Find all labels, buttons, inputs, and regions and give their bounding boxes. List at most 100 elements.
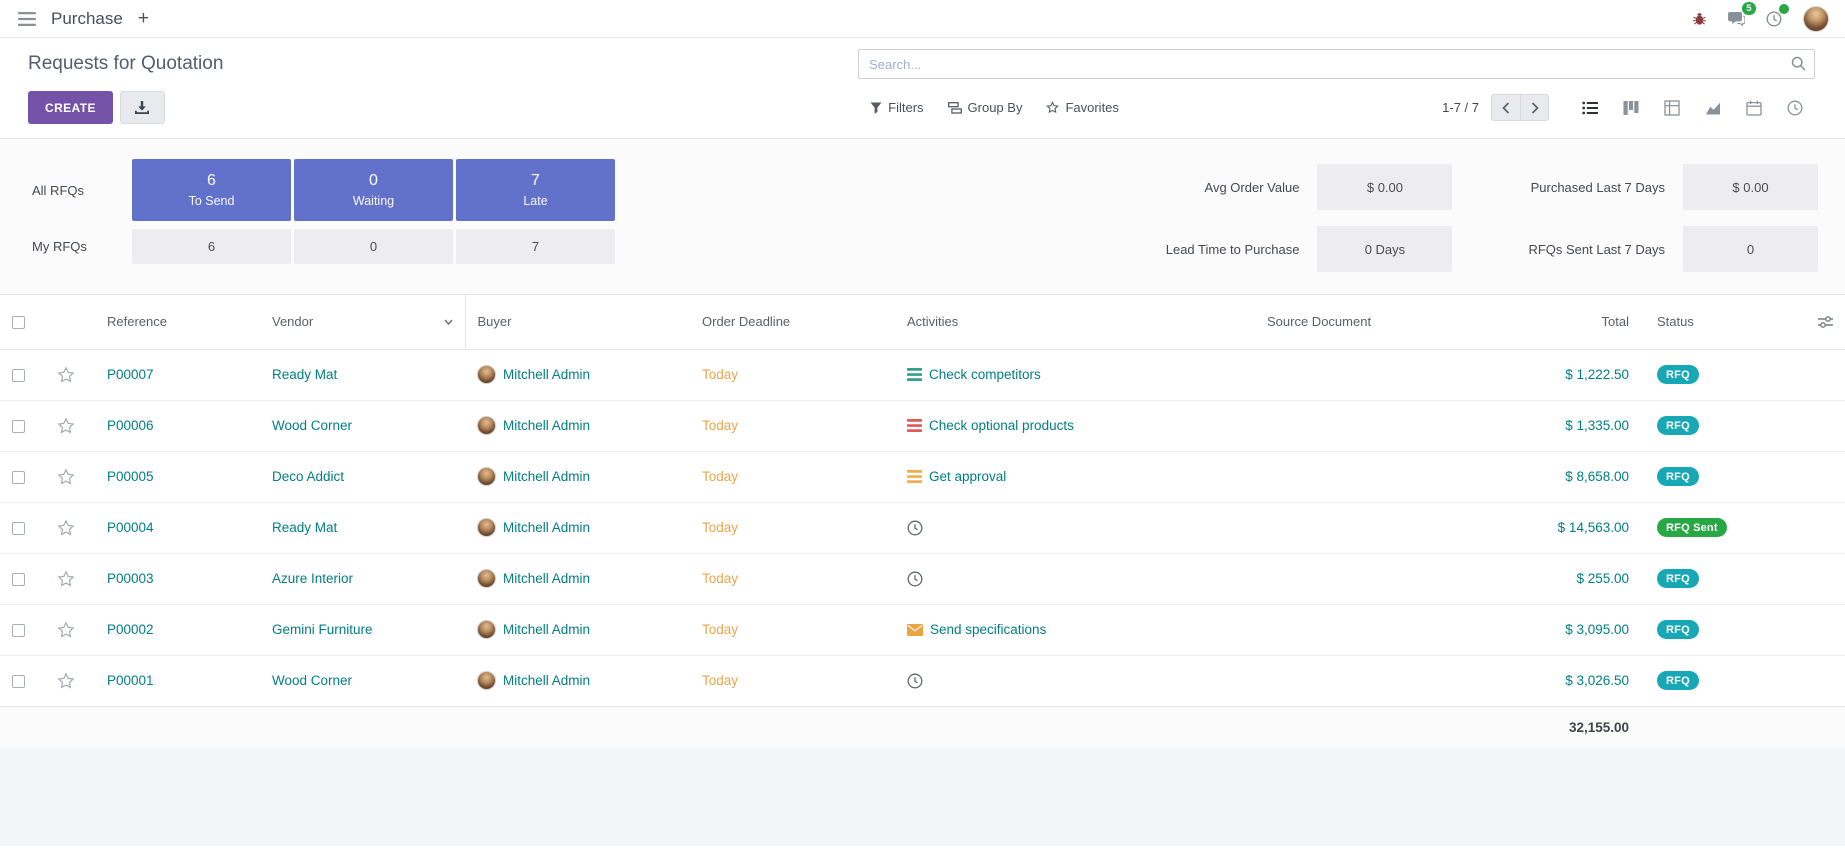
favorites-button[interactable]: Favorites — [1046, 100, 1118, 115]
row-checkbox[interactable] — [12, 420, 25, 433]
status-badge: RFQ Sent — [1657, 518, 1727, 537]
tasks-icon[interactable] — [907, 470, 922, 483]
table-row[interactable]: P00007 Ready Mat Mitchell Admin Today Ch… — [0, 349, 1845, 400]
apps-menu-button[interactable] — [14, 8, 40, 30]
reference-link[interactable]: P00002 — [107, 622, 154, 637]
row-checkbox[interactable] — [12, 369, 25, 382]
col-buyer[interactable]: Buyer — [465, 295, 690, 349]
reference-link[interactable]: P00001 — [107, 673, 154, 688]
tile-waiting[interactable]: 0 Waiting — [294, 159, 453, 221]
total-amount: $ 3,095.00 — [1565, 622, 1629, 637]
activity-link[interactable]: Get approval — [929, 469, 1006, 484]
tile-my-waiting[interactable]: 0 — [294, 229, 453, 264]
view-activity-button[interactable] — [1774, 94, 1815, 122]
prev-page-button[interactable] — [1491, 94, 1520, 121]
messages-button[interactable]: 5 — [1726, 9, 1747, 28]
activity-view-icon — [1787, 100, 1803, 116]
table-row[interactable]: P00006 Wood Corner Mitchell Admin Today … — [0, 400, 1845, 451]
clock-icon[interactable] — [907, 673, 923, 689]
calendar-view-icon — [1746, 100, 1762, 116]
activity-badge — [1779, 4, 1789, 14]
favorite-star-icon[interactable] — [57, 672, 75, 690]
tasks-icon[interactable] — [907, 368, 922, 381]
user-avatar — [1803, 6, 1829, 32]
view-list-button[interactable] — [1569, 94, 1610, 122]
view-pivot-button[interactable] — [1651, 94, 1692, 122]
buyer-name: Mitchell Admin — [503, 367, 590, 382]
row-checkbox[interactable] — [12, 624, 25, 637]
app-name[interactable]: Purchase — [51, 9, 123, 29]
favorite-star-icon[interactable] — [57, 570, 75, 588]
adjust-columns-button[interactable] — [1818, 315, 1833, 329]
table-row[interactable]: P00001 Wood Corner Mitchell Admin Today … — [0, 655, 1845, 706]
activity-link[interactable]: Check competitors — [929, 367, 1041, 382]
tile-my-late[interactable]: 7 — [456, 229, 615, 264]
order-deadline: Today — [702, 418, 738, 433]
favorite-star-icon[interactable] — [57, 621, 75, 639]
col-order-deadline[interactable]: Order Deadline — [690, 295, 895, 349]
order-deadline: Today — [702, 571, 738, 586]
message-count-badge: 5 — [1742, 2, 1756, 15]
activity-link[interactable]: Send specifications — [930, 622, 1046, 637]
select-all-checkbox[interactable] — [12, 316, 25, 329]
col-vendor[interactable]: Vendor — [260, 295, 465, 349]
export-button[interactable] — [120, 91, 165, 124]
col-activities[interactable]: Activities — [895, 295, 1255, 349]
activities-button[interactable] — [1764, 9, 1784, 29]
create-button[interactable]: CREATE — [28, 91, 113, 124]
table-row[interactable]: P00004 Ready Mat Mitchell Admin Today $ … — [0, 502, 1845, 553]
clock-icon[interactable] — [907, 571, 923, 587]
row-checkbox[interactable] — [12, 522, 25, 535]
next-page-button[interactable] — [1520, 94, 1549, 121]
col-total[interactable]: Total — [1485, 295, 1645, 349]
group-by-button[interactable]: Group By — [948, 100, 1023, 115]
stat-rfqs-sent-last-7-days: 0 — [1683, 226, 1818, 272]
reference-link[interactable]: P00007 — [107, 367, 154, 382]
new-tab-button[interactable]: + — [134, 7, 153, 30]
favorite-star-icon[interactable] — [57, 366, 75, 384]
favorite-star-icon[interactable] — [57, 417, 75, 435]
rfq-table-body: P00007 Ready Mat Mitchell Admin Today Ch… — [0, 349, 1845, 706]
vendor-name: Deco Addict — [272, 469, 344, 484]
status-badge: RFQ — [1657, 569, 1699, 588]
table-row[interactable]: P00002 Gemini Furniture Mitchell Admin T… — [0, 604, 1845, 655]
tile-my-to-send[interactable]: 6 — [132, 229, 291, 264]
debug-button[interactable] — [1690, 9, 1709, 28]
filters-button[interactable]: Filters — [870, 100, 923, 115]
activity-link[interactable]: Check optional products — [929, 418, 1074, 433]
chat-icon — [1728, 11, 1745, 26]
table-row[interactable]: P00005 Deco Addict Mitchell Admin Today … — [0, 451, 1845, 502]
col-reference[interactable]: Reference — [95, 295, 260, 349]
col-source-document[interactable]: Source Document — [1255, 295, 1485, 349]
group-by-icon — [948, 102, 962, 114]
row-checkbox[interactable] — [12, 573, 25, 586]
tasks-icon[interactable] — [907, 419, 922, 432]
list-view-icon — [1582, 100, 1598, 116]
reference-link[interactable]: P00004 — [107, 520, 154, 535]
purchase-app-window: Purchase + 5 — [0, 0, 1845, 862]
buyer-name: Mitchell Admin — [503, 520, 590, 535]
envelope-icon[interactable] — [907, 624, 923, 636]
favorite-star-icon[interactable] — [57, 519, 75, 537]
view-graph-button[interactable] — [1692, 94, 1733, 122]
clock-icon[interactable] — [907, 520, 923, 536]
favorite-star-icon[interactable] — [57, 468, 75, 486]
row-checkbox[interactable] — [12, 675, 25, 688]
buyer-avatar — [477, 518, 496, 537]
to-send-label: To Send — [189, 194, 235, 208]
tile-to-send[interactable]: 6 To Send — [132, 159, 291, 221]
view-kanban-button[interactable] — [1610, 94, 1651, 122]
reference-link[interactable]: P00006 — [107, 418, 154, 433]
status-badge: RFQ — [1657, 416, 1699, 435]
search-input[interactable] — [858, 49, 1815, 79]
total-amount: $ 8,658.00 — [1565, 469, 1629, 484]
tile-late[interactable]: 7 Late — [456, 159, 615, 221]
waiting-count: 0 — [369, 172, 378, 190]
user-menu-button[interactable] — [1801, 4, 1831, 34]
row-checkbox[interactable] — [12, 471, 25, 484]
table-row[interactable]: P00003 Azure Interior Mitchell Admin Tod… — [0, 553, 1845, 604]
reference-link[interactable]: P00005 — [107, 469, 154, 484]
view-calendar-button[interactable] — [1733, 94, 1774, 122]
col-status[interactable]: Status — [1645, 295, 1805, 349]
reference-link[interactable]: P00003 — [107, 571, 154, 586]
